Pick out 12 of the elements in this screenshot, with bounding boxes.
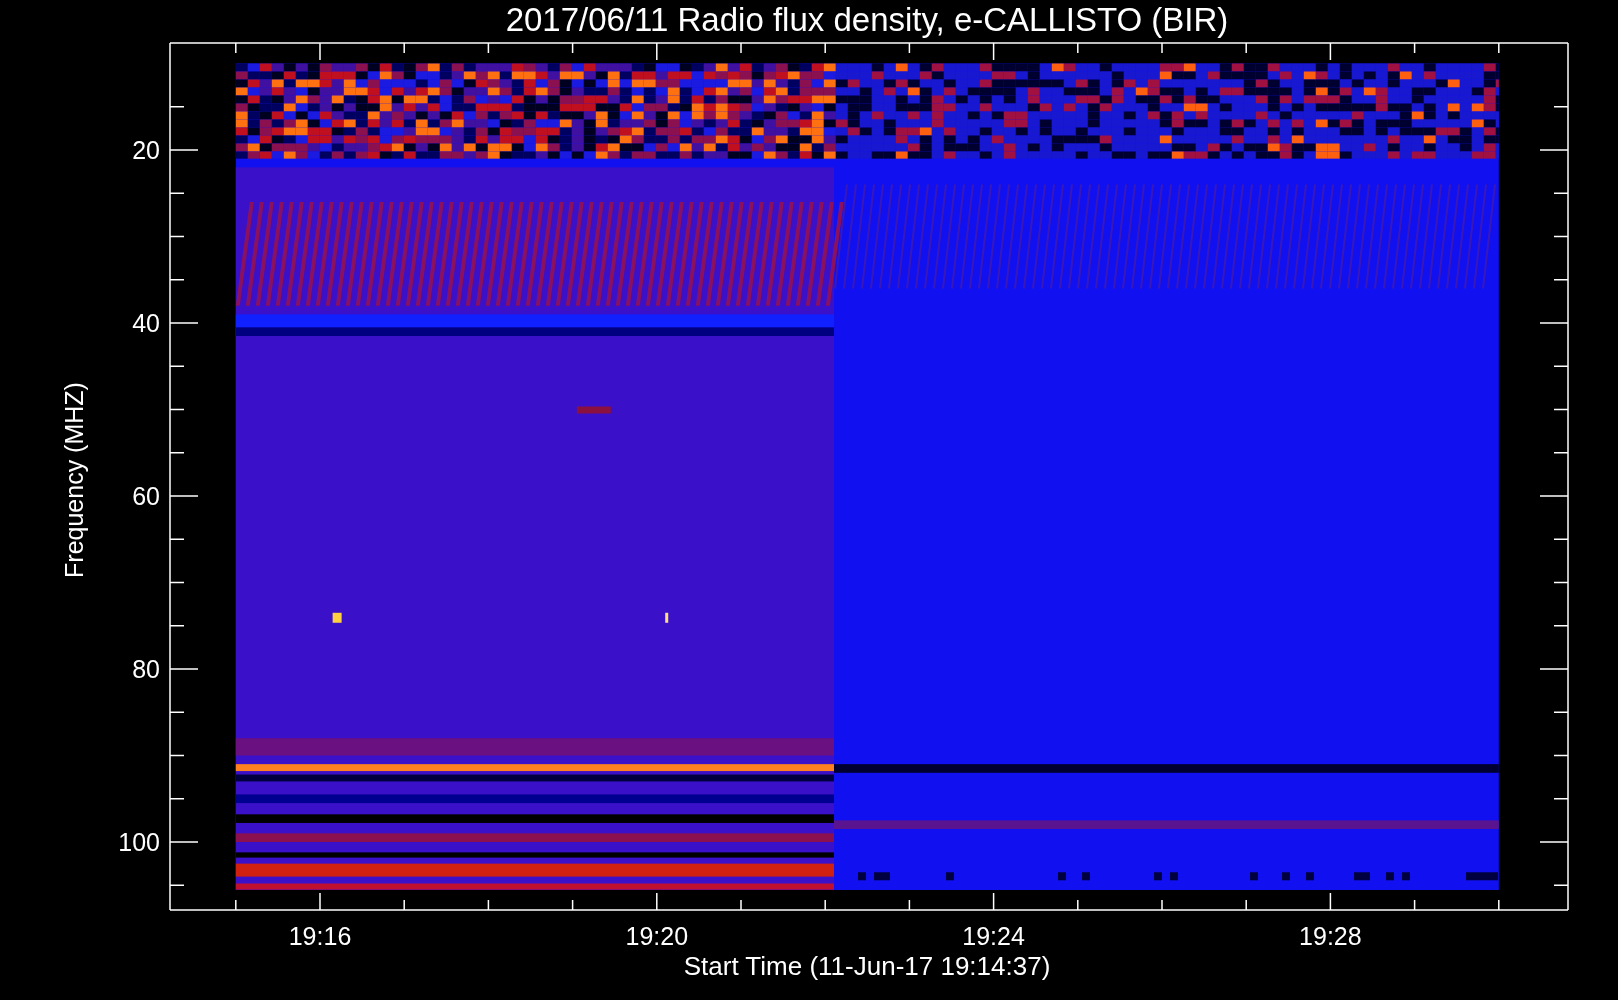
y-tick-label: 20 (132, 136, 160, 164)
x-tick-label: 19:28 (1299, 922, 1362, 950)
chart-title: 2017/06/11 Radio flux density, e-CALLISTO (BIR) (505, 1, 1229, 38)
y-tick-label: 100 (118, 828, 160, 856)
y-tick-label: 40 (132, 309, 160, 337)
x-tick-label: 19:24 (962, 922, 1025, 950)
x-axis-label: Start Time (11-Jun-17 19:14:37) (683, 951, 1051, 981)
y-tick-label: 80 (132, 655, 160, 683)
x-tick-label: 19:16 (288, 922, 352, 950)
y-tick-label: 60 (132, 482, 160, 510)
y-axis-label: Frequency (MHZ) (60, 382, 88, 578)
x-tick-label: 19:20 (625, 922, 689, 950)
